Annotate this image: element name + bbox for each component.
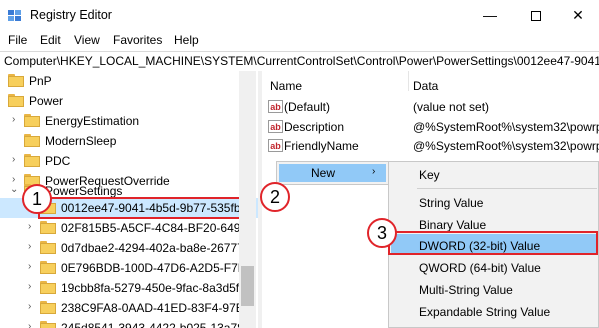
selected-key-highlight-box <box>38 197 241 219</box>
tree-item-label: 02F815B5-A5CF-4C84-BF20-649D <box>61 221 250 235</box>
menu-separator <box>417 188 597 189</box>
submenu-item-expandable-string-value[interactable]: Expandable String Value <box>419 305 550 319</box>
expand-icon[interactable]: › <box>28 261 31 272</box>
collapse-icon[interactable]: ⌄ <box>10 184 18 195</box>
expand-icon[interactable]: › <box>28 321 31 328</box>
column-separator[interactable] <box>408 71 409 91</box>
expand-icon[interactable]: › <box>12 154 15 165</box>
tree-item[interactable]: › 238C9FA8-0AAD-41ED-83F4-97BE <box>0 298 258 318</box>
menu-help[interactable]: Help <box>174 33 199 47</box>
value-name: Description <box>284 120 345 134</box>
value-row[interactable]: ab FriendlyName @%SystemRoot%\system32\p… <box>262 136 599 156</box>
folder-icon <box>24 154 40 167</box>
folder-icon <box>8 74 24 87</box>
folder-icon <box>24 134 40 147</box>
tree-item[interactable]: › 19cbb8fa-5279-450e-9fac-8a3d5f <box>0 278 258 298</box>
tree-item-label: 0d7dbae2-4294-402a-ba8e-26777 <box>61 241 244 255</box>
close-button[interactable]: ✕ <box>556 2 599 28</box>
expand-icon[interactable]: › <box>28 301 31 312</box>
expand-icon[interactable]: › <box>28 281 31 292</box>
tree-item-label: PnP <box>29 74 52 88</box>
folder-icon <box>40 321 56 328</box>
tree-item-label: 245d8541-3943-4422-b025-13a784 <box>61 321 251 328</box>
value-data: @%SystemRoot%\system32\powrp <box>413 120 599 134</box>
value-row[interactable]: ab Description @%SystemRoot%\system32\po… <box>262 117 599 137</box>
folder-icon <box>40 221 56 234</box>
address-bar[interactable]: Computer\HKEY_LOCAL_MACHINE\SYSTEM\Curre… <box>0 51 599 72</box>
tree-item-label: PowerSettings <box>45 184 123 198</box>
string-value-icon: ab <box>268 139 283 152</box>
column-header-name[interactable]: Name <box>270 79 302 93</box>
tree-item-label: Power <box>29 94 64 108</box>
menu-edit[interactable]: Edit <box>40 33 61 47</box>
maximize-icon <box>531 11 541 22</box>
submenu-item-key[interactable]: Key <box>419 168 440 182</box>
window-title: Registry Editor <box>30 8 112 22</box>
tree-item-label: 238C9FA8-0AAD-41ED-83F4-97BE <box>61 301 252 315</box>
tree-scrollbar[interactable] <box>239 71 256 328</box>
step-badge-2: 2 <box>260 182 290 212</box>
submenu-item-multi-string-value[interactable]: Multi-String Value <box>419 283 513 297</box>
value-name: (Default) <box>284 100 331 114</box>
step-badge-3: 3 <box>367 218 397 248</box>
tree-item-label: 19cbb8fa-5279-450e-9fac-8a3d5f <box>61 281 240 295</box>
value-data: @%SystemRoot%\system32\powrp <box>413 139 599 153</box>
registry-editor-icon <box>8 10 21 21</box>
tree-item-label: PDC <box>45 154 71 168</box>
folder-icon <box>24 114 40 127</box>
dword-highlight-box <box>388 231 598 255</box>
submenu-item-string-value[interactable]: String Value <box>419 196 483 210</box>
tree-item[interactable]: › 02F815B5-A5CF-4C84-BF20-649D <box>0 218 258 238</box>
minimize-button[interactable]: — <box>468 2 512 28</box>
submenu-item-qword-value[interactable]: QWORD (64-bit) Value <box>419 261 541 275</box>
value-data: (value not set) <box>413 100 490 114</box>
tree-item-label: EnergyEstimation <box>45 114 140 128</box>
tree-item[interactable]: › PDC <box>0 151 258 171</box>
folder-icon <box>40 301 56 314</box>
folder-icon <box>40 241 56 254</box>
title-bar: Registry Editor — ✕ <box>0 0 599 30</box>
string-value-icon: ab <box>268 100 283 113</box>
step-badge-1: 1 <box>22 184 52 214</box>
expand-icon[interactable]: › <box>12 114 15 125</box>
tree-item[interactable]: › 0E796BDB-100D-47D6-A2D5-F7D2 <box>0 258 258 278</box>
context-menu-new-label: New <box>311 166 336 180</box>
expand-icon[interactable]: › <box>28 221 31 232</box>
maximize-button[interactable] <box>514 2 558 28</box>
tree-item[interactable]: › EnergyEstimation <box>0 111 258 131</box>
chevron-right-icon: › <box>372 166 376 177</box>
tree-item[interactable]: PnP <box>0 71 258 91</box>
tree-item[interactable]: › 0d7dbae2-4294-402a-ba8e-26777 <box>0 238 258 258</box>
menu-favorites[interactable]: Favorites <box>113 33 162 47</box>
address-path: Computer\HKEY_LOCAL_MACHINE\SYSTEM\Curre… <box>4 54 599 68</box>
expand-icon[interactable]: › <box>28 241 31 252</box>
context-menu: New › <box>276 161 389 185</box>
folder-icon <box>40 281 56 294</box>
string-value-icon: ab <box>268 120 283 133</box>
value-name: FriendlyName <box>284 139 359 153</box>
menu-view[interactable]: View <box>74 33 100 47</box>
menu-bar: File Edit View Favorites Help <box>0 30 599 50</box>
value-row[interactable]: ab (Default) (value not set) <box>262 97 599 117</box>
tree-item[interactable]: Power <box>0 91 258 111</box>
tree-item-label: ModernSleep <box>45 134 117 148</box>
submenu-item-binary-value[interactable]: Binary Value <box>419 218 486 232</box>
tree-item-label: 0E796BDB-100D-47D6-A2D5-F7D2 <box>61 261 254 275</box>
folder-icon <box>8 94 24 107</box>
tree-item[interactable]: ModernSleep <box>0 131 258 151</box>
menu-file[interactable]: File <box>8 33 27 47</box>
folder-icon <box>40 261 56 274</box>
scrollbar-thumb[interactable] <box>241 266 254 306</box>
column-header-data[interactable]: Data <box>413 79 438 93</box>
tree-item[interactable]: › 245d8541-3943-4422-b025-13a784 <box>0 318 258 328</box>
